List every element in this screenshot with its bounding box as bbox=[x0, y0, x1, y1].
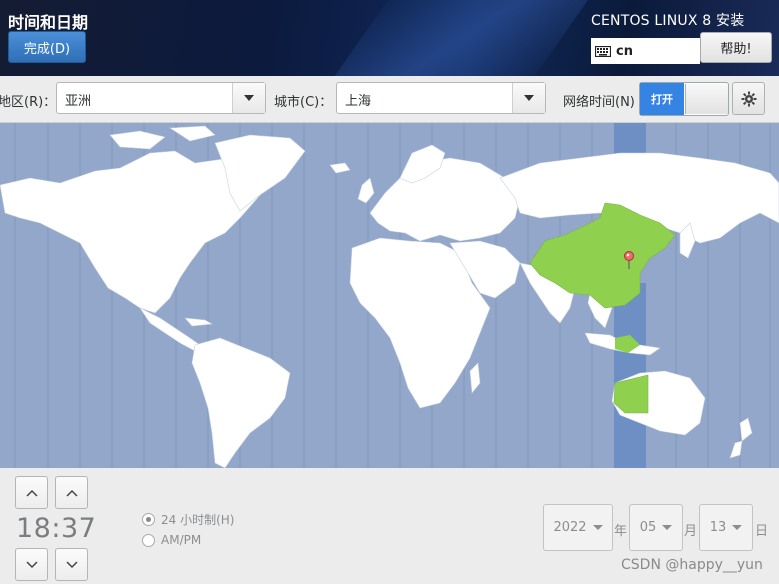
day-unit: 日 bbox=[755, 524, 769, 539]
chevron-down-icon bbox=[662, 525, 673, 530]
year-unit: 年 bbox=[614, 524, 628, 539]
done-button[interactable]: 完成(D) bbox=[8, 31, 86, 63]
city-select[interactable]: 上海 bbox=[336, 82, 546, 114]
chevron-down-icon bbox=[65, 560, 78, 568]
city-value: 上海 bbox=[345, 94, 372, 109]
network-time-label: 网络时间(N) bbox=[563, 95, 635, 110]
world-map[interactable] bbox=[0, 123, 779, 468]
day-select[interactable]: 13 bbox=[699, 504, 753, 551]
month-value: 05 bbox=[639, 520, 657, 535]
landmass-central-america bbox=[139, 307, 201, 352]
chevron-up-icon bbox=[25, 489, 38, 497]
format-24h-radio[interactable]: 24 小时制(H) bbox=[142, 511, 234, 528]
year-select[interactable]: 2022 bbox=[543, 504, 613, 551]
chevron-down-icon bbox=[232, 83, 265, 113]
gear-icon bbox=[741, 91, 756, 106]
year-value: 2022 bbox=[553, 520, 587, 535]
format-ampm-radio[interactable]: AM/PM bbox=[142, 533, 201, 547]
timezone-map[interactable] bbox=[0, 123, 779, 468]
region-value: 亚洲 bbox=[65, 94, 92, 109]
keyboard-layout-label: cn bbox=[616, 43, 633, 59]
minute-up-button[interactable] bbox=[55, 476, 88, 509]
header-decoration bbox=[317, 0, 603, 76]
product-title: CENTOS LINUX 8 安装 bbox=[591, 13, 745, 29]
format-24h-label: 24 小时制(H) bbox=[161, 513, 235, 527]
watermark: CSDN @happy__yun bbox=[621, 557, 763, 573]
day-value: 13 bbox=[709, 520, 727, 535]
switch-on-label: 打开 bbox=[640, 83, 684, 115]
month-select[interactable]: 05 bbox=[629, 504, 683, 551]
landmass-north-america bbox=[0, 150, 263, 314]
landmass-europe bbox=[369, 157, 521, 242]
time-display: 18:37 bbox=[16, 513, 97, 544]
region-label: 地区(R)： bbox=[0, 95, 57, 110]
chevron-down-icon bbox=[592, 525, 603, 530]
minute-down-button[interactable] bbox=[55, 548, 88, 581]
keyboard-icon bbox=[595, 45, 611, 57]
radio-selected-icon bbox=[142, 513, 155, 526]
page-title: 时间和日期 bbox=[8, 13, 89, 32]
landmass-south-america bbox=[191, 337, 291, 468]
format-ampm-label: AM/PM bbox=[161, 533, 202, 547]
ntp-settings-button[interactable] bbox=[732, 82, 765, 115]
hour-up-button[interactable] bbox=[15, 476, 48, 509]
month-unit: 月 bbox=[684, 524, 698, 539]
city-label: 城市(C)： bbox=[274, 95, 333, 110]
selected-timezone-band bbox=[614, 123, 646, 156]
region-select[interactable]: 亚洲 bbox=[56, 82, 266, 114]
chevron-down-icon bbox=[732, 525, 743, 530]
chevron-down-icon bbox=[512, 83, 545, 113]
chevron-up-icon bbox=[65, 489, 78, 497]
network-time-switch[interactable]: 打开 bbox=[639, 82, 729, 116]
help-button[interactable]: 帮助! bbox=[700, 32, 772, 63]
keyboard-layout-indicator[interactable]: cn bbox=[591, 38, 700, 64]
radio-unselected-icon bbox=[142, 533, 155, 547]
hour-down-button[interactable] bbox=[15, 548, 48, 581]
switch-knob bbox=[685, 84, 728, 114]
chevron-down-icon bbox=[25, 560, 38, 568]
